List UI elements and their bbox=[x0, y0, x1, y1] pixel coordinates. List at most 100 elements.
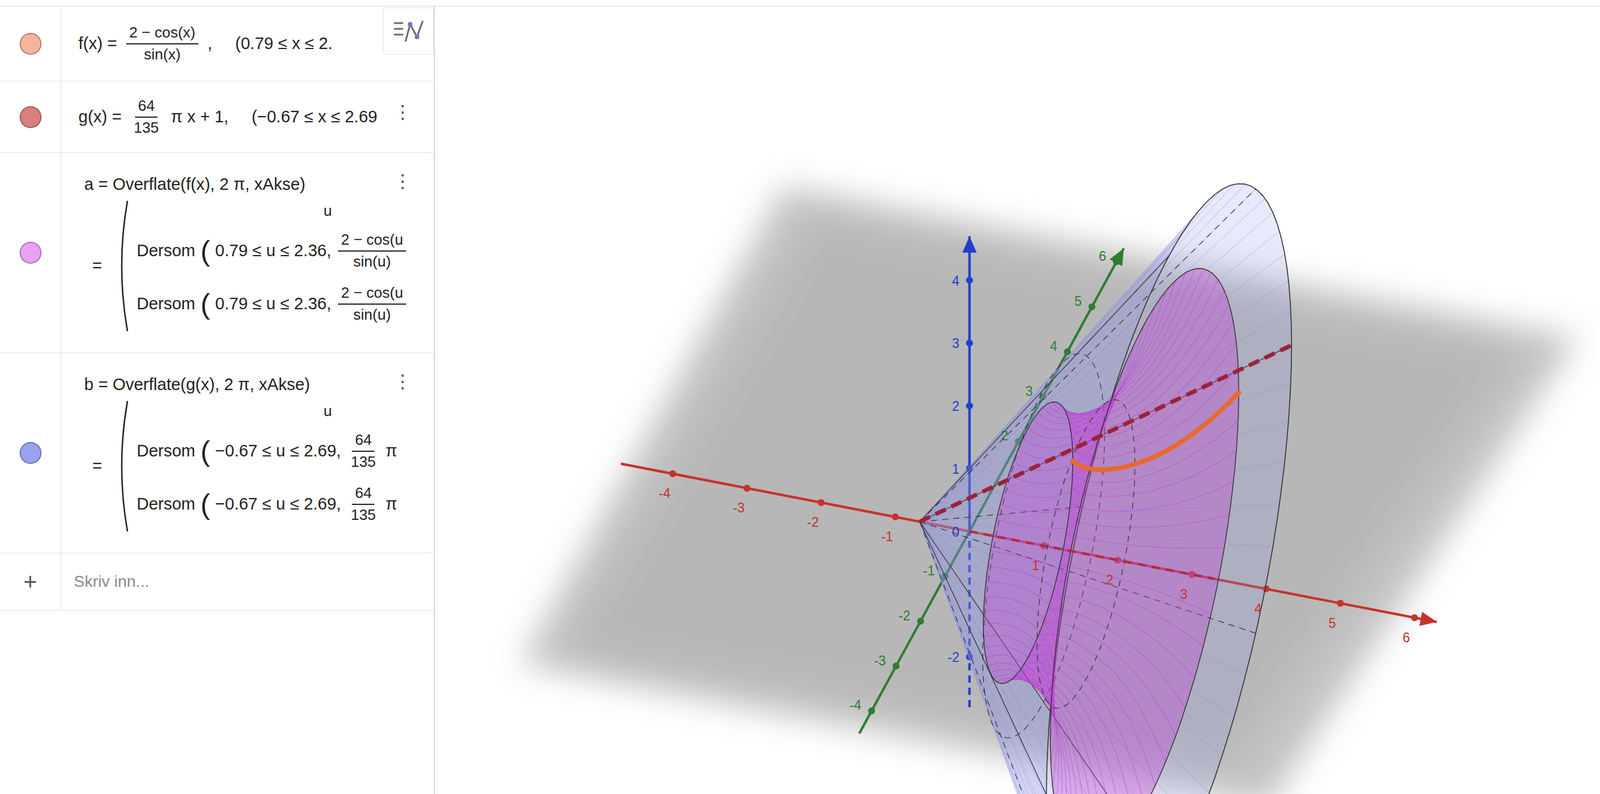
expression-text: g(x) = bbox=[78, 106, 122, 129]
tick-label: 2 bbox=[951, 398, 960, 414]
tick-label: 4 bbox=[1049, 338, 1058, 354]
tick-mark bbox=[1336, 599, 1344, 607]
tick-label: -2 bbox=[806, 514, 819, 530]
surface-a[interactable] bbox=[983, 268, 1239, 794]
tick-label: 6 bbox=[1098, 248, 1107, 264]
fraction: 2 − cos(usin(u) bbox=[337, 230, 407, 270]
fraction: 2 − cos(usin(u) bbox=[337, 283, 407, 323]
tick-label: 5 bbox=[1074, 293, 1083, 309]
denominator: sin(x) bbox=[141, 44, 184, 64]
tick-mark bbox=[743, 484, 751, 492]
row-content[interactable]: a = Overflate(f(x), 2 π, xAkse) = uDersom(… bbox=[61, 152, 434, 353]
expression-text: 0.79 ≤ u ≤ 2.36, bbox=[215, 293, 332, 315]
tick-label: 4 bbox=[1254, 601, 1263, 617]
tick-mark bbox=[917, 617, 925, 625]
add-button[interactable]: + bbox=[0, 553, 62, 610]
tick-label: -1 bbox=[922, 562, 935, 578]
tick-label: 2 bbox=[1000, 427, 1009, 443]
input-field[interactable]: Skriv inn... bbox=[61, 553, 434, 610]
tick-mark bbox=[1088, 303, 1096, 311]
tick-mark bbox=[892, 662, 900, 670]
definition[interactable]: a = Overflate(f(x), 2 π, xAkse) bbox=[80, 173, 434, 196]
tick-mark bbox=[1410, 613, 1418, 621]
domain: (−0.67 ≤ x ≤ 2.69 bbox=[251, 106, 378, 129]
visibility-dot[interactable] bbox=[19, 241, 42, 264]
surface-b[interactable] bbox=[919, 183, 1292, 794]
algebra-row[interactable]: g(x) =64135π x + 1,(−0.67 ≤ x ≤ 2.69⋮ bbox=[0, 81, 434, 153]
visibility-cell bbox=[0, 6, 62, 81]
algebra-row[interactable]: f(x) =2 − cos(x)sin(x),(0.79 ≤ x ≤ 2. bbox=[0, 6, 434, 82]
output: = uDersom(0.79 ≤ u ≤ 2.36,2 − cos(usin(u)… bbox=[80, 198, 434, 333]
algebra-row[interactable]: b = Overflate(g(x), 2 π, xAkse)=uDersom(… bbox=[0, 352, 434, 554]
x-axis-labels: -4-3-2-1123456 bbox=[658, 485, 1411, 645]
geogebra-window: f(x) =2 − cos(x)sin(x),(0.79 ≤ x ≤ 2.g(x… bbox=[0, 0, 1600, 794]
main-area: f(x) =2 − cos(x)sin(x),(0.79 ≤ x ≤ 2.g(x… bbox=[0, 6, 1600, 794]
expression-text: π x + 1, bbox=[170, 106, 229, 129]
row-content[interactable]: g(x) =64135π x + 1,(−0.67 ≤ x ≤ 2.69 bbox=[61, 81, 434, 153]
fraction: 64135 bbox=[347, 430, 379, 471]
tick-label: -3 bbox=[733, 500, 745, 516]
tick-mark bbox=[868, 707, 875, 715]
fraction: 2 − cos(x)sin(x) bbox=[126, 23, 199, 63]
denominator: sin(u) bbox=[350, 251, 394, 271]
visibility-cell bbox=[0, 152, 62, 353]
tick-label: 4 bbox=[951, 273, 960, 289]
visibility-dot[interactable] bbox=[19, 441, 42, 464]
tick-label: 2 bbox=[1106, 572, 1114, 588]
style-bar-graph-icon bbox=[391, 17, 426, 45]
algebra-panel: f(x) =2 − cos(x)sin(x),(0.79 ≤ x ≤ 2.g(x… bbox=[0, 6, 435, 794]
numerator: 2 − cos(u bbox=[337, 283, 407, 304]
paren: ( bbox=[200, 436, 210, 466]
tick-mark bbox=[966, 402, 974, 409]
tick-label: 5 bbox=[1328, 615, 1336, 631]
matrix: uDersom(−0.67 ≤ u ≤ 2.69,64135πDersom(−0… bbox=[136, 401, 398, 531]
row-menu-button[interactable]: ⋮ bbox=[389, 100, 416, 123]
matrix: uDersom(0.79 ≤ u ≤ 2.36,2 − cos(usin(u)D… bbox=[136, 201, 409, 331]
paren: ( bbox=[200, 289, 210, 319]
algebra-row[interactable]: a = Overflate(f(x), 2 π, xAkse) = uDersom(… bbox=[0, 152, 434, 353]
matrix-line: Dersom(−0.67 ≤ u ≤ 2.69,64135π bbox=[136, 424, 398, 478]
x-axis-hidden-part bbox=[969, 531, 1215, 579]
visibility-dot[interactable] bbox=[19, 106, 42, 129]
z-axis-labels: -201234 bbox=[947, 273, 960, 666]
row-content[interactable]: b = Overflate(g(x), 2 π, xAkse)=uDersom(… bbox=[61, 352, 434, 553]
paren: ( bbox=[200, 236, 210, 266]
expression-text: f(x) = bbox=[78, 32, 118, 55]
expression-text: −0.67 ≤ u ≤ 2.69, bbox=[215, 440, 341, 463]
y-axis-arrow-icon bbox=[1109, 248, 1124, 266]
tick-mark bbox=[669, 470, 676, 478]
equals-sign: = bbox=[92, 254, 103, 277]
graph-g[interactable] bbox=[919, 344, 1292, 522]
visibility-dot[interactable] bbox=[19, 32, 42, 55]
numerator: 2 − cos(u bbox=[337, 230, 407, 251]
expression-text: −0.67 ≤ u ≤ 2.69, bbox=[215, 493, 341, 516]
z-axis-arrow-icon bbox=[962, 235, 977, 253]
numerator: 64 bbox=[351, 483, 375, 505]
tick-label: -2 bbox=[898, 607, 911, 623]
row-content[interactable]: f(x) =2 − cos(x)sin(x),(0.79 ≤ x ≤ 2. bbox=[61, 6, 434, 81]
row-menu-button[interactable]: ⋮ bbox=[389, 170, 416, 193]
top-border bbox=[0, 0, 1600, 7]
definition[interactable]: b = Overflate(g(x), 2 π, xAkse) bbox=[80, 373, 434, 396]
graph-f[interactable] bbox=[1072, 392, 1239, 470]
expression-text: Dersom bbox=[136, 239, 196, 262]
matrix-line: Dersom(0.79 ≤ u ≤ 2.36,2 − cos(usin(u) bbox=[136, 277, 409, 331]
visibility-cell bbox=[0, 352, 62, 553]
y-axis-labels: -4-3-2-123456 bbox=[849, 248, 1107, 713]
x-axis-arrow-icon bbox=[1419, 611, 1437, 626]
graphics-3d-view[interactable]: -4-3-2-1123456-4-3-2-123456-201234 bbox=[434, 6, 1600, 794]
tick-label: -2 bbox=[947, 649, 960, 665]
expression-text: 0.79 ≤ u ≤ 2.36, bbox=[215, 239, 332, 262]
row-menu-button[interactable]: ⋮ bbox=[389, 370, 416, 393]
denominator: 135 bbox=[347, 504, 379, 524]
input-row[interactable]: +Skriv inn... bbox=[0, 553, 434, 611]
graphics-panel[interactable]: -4-3-2-1123456-4-3-2-123456-201234 bbox=[434, 6, 1600, 794]
matrix-header: u bbox=[136, 401, 398, 422]
tick-label: -4 bbox=[849, 697, 862, 713]
denominator: 135 bbox=[347, 451, 379, 471]
tick-mark bbox=[1113, 258, 1121, 266]
style-bar-toggle[interactable] bbox=[382, 7, 434, 55]
tick-mark bbox=[817, 498, 825, 506]
tick-label: 1 bbox=[951, 461, 960, 477]
tick-label: 3 bbox=[1180, 586, 1188, 602]
